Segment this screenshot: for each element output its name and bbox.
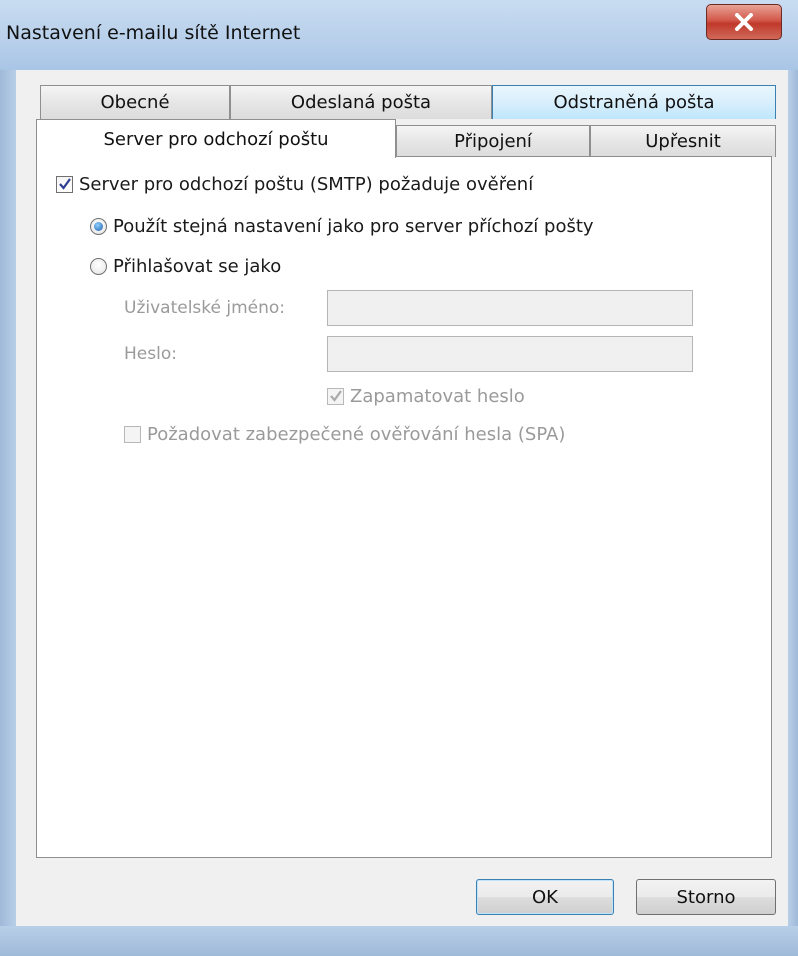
spa-label: Požadovat zabezpečené ověřování hesla (S… (147, 424, 566, 445)
tab-upresnit[interactable]: Upřesnit (590, 125, 776, 157)
close-x-icon (735, 13, 753, 31)
cancel-button[interactable]: Storno (636, 879, 776, 915)
smtp-auth-label: Server pro odchozí poštu (SMTP) požaduje… (79, 174, 534, 195)
tab-odstranena-posta[interactable]: Odstraněná pošta (492, 85, 776, 119)
spa-row[interactable]: Požadovat zabezpečené ověřování hesla (S… (124, 424, 565, 445)
window-frame-right (788, 70, 798, 956)
remember-password-label: Zapamatovat heslo (350, 386, 525, 407)
radio-same-settings[interactable] (90, 218, 107, 235)
tab-label: Obecné (100, 92, 170, 113)
smtp-auth-checkbox-row[interactable]: Server pro odchozí poštu (SMTP) požaduje… (56, 174, 533, 195)
window-frame-bottom (0, 926, 798, 956)
tab-label: Odstraněná pošta (553, 92, 715, 113)
close-button[interactable] (706, 4, 782, 40)
radio-login-as[interactable] (90, 258, 107, 275)
tab-odeslana-posta[interactable]: Odeslaná pošta (230, 85, 492, 119)
window-title: Nastavení e-mailu sítě Internet (6, 22, 301, 44)
dialog-client-area: Obecné Odeslaná pošta Odstraněná pošta S… (16, 70, 788, 926)
tab-pripojeni[interactable]: Připojení (396, 125, 590, 157)
tab-server-pro-odchozi-postu[interactable]: Server pro odchozí poštu (36, 119, 396, 158)
remember-password-row[interactable]: Zapamatovat heslo (327, 386, 525, 407)
remember-password-checkbox[interactable] (327, 388, 344, 405)
tab-label: Odeslaná pošta (290, 92, 432, 113)
password-input[interactable] (327, 336, 693, 372)
window-frame-left (0, 70, 16, 956)
checkmark-icon (59, 178, 71, 190)
password-label: Heslo: (124, 344, 177, 364)
dialog-window: Nastavení e-mailu sítě Internet Obecné O… (0, 0, 798, 956)
tab-label: Připojení (454, 131, 532, 152)
ok-button[interactable]: OK (476, 879, 614, 915)
radio-login-as-label: Přihlašovat se jako (113, 256, 282, 277)
spa-checkbox[interactable] (124, 426, 141, 443)
radio-same-settings-label: Použít stejná nastavení jako pro server … (113, 216, 594, 237)
checkmark-icon (330, 390, 342, 402)
radio-same-settings-row[interactable]: Použít stejná nastavení jako pro server … (90, 216, 594, 237)
tab-label: Server pro odchozí poštu (103, 128, 329, 150)
username-label: Uživatelské jméno: (124, 298, 286, 318)
tab-obecne[interactable]: Obecné (40, 85, 230, 119)
smtp-auth-checkbox[interactable] (56, 176, 73, 193)
radio-login-as-row[interactable]: Přihlašovat se jako (90, 256, 281, 277)
title-bar[interactable]: Nastavení e-mailu sítě Internet (0, 0, 798, 70)
tab-label: Upřesnit (645, 131, 721, 152)
tab-panel: Server pro odchozí poštu (SMTP) požaduje… (36, 156, 772, 858)
username-input[interactable] (327, 290, 693, 326)
